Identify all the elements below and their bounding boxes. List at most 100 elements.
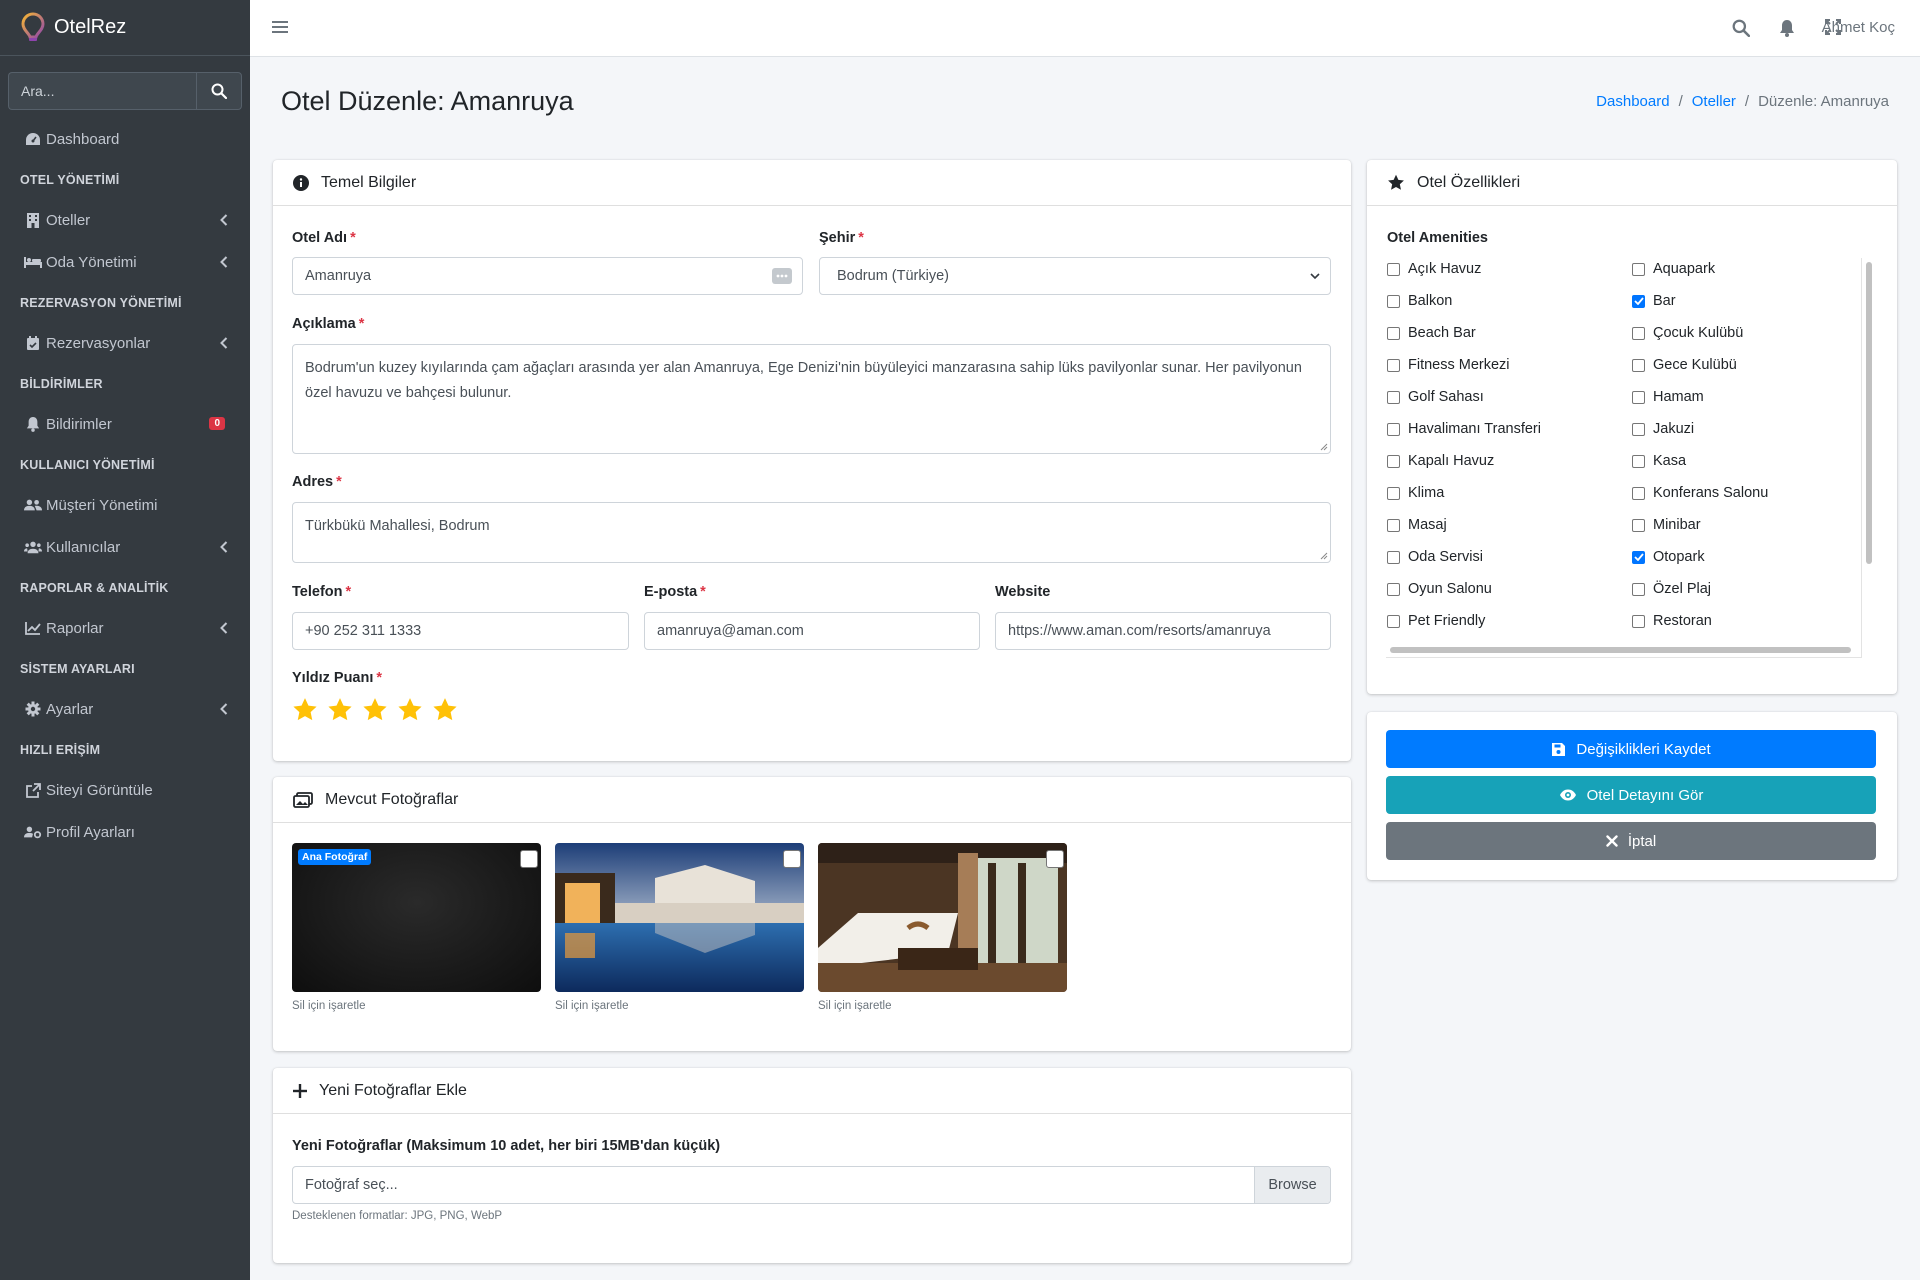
chart-line-icon <box>24 621 42 635</box>
city-label: Şehir * <box>819 230 864 246</box>
star-icon[interactable] <box>397 697 423 722</box>
photo-caption: Sil için işaretle <box>818 1000 892 1012</box>
sidebar-item-bildirimler[interactable]: Bildirimler 0 <box>0 403 250 445</box>
sidebar-item-siteyi-görüntüle[interactable]: Siteyi Görüntüle <box>0 769 250 811</box>
save-icon <box>1551 742 1566 757</box>
sidebar-item-label: Profil Ayarları <box>46 823 135 841</box>
website-label: Website <box>995 584 1051 600</box>
photo-3[interactable] <box>818 843 1067 992</box>
star-icon[interactable] <box>432 697 458 722</box>
sidebar-item-rezervasyonlar[interactable]: Rezervasyonlar <box>0 322 250 364</box>
basic-info-header: Temel Bilgiler <box>273 160 1351 206</box>
star-icon <box>1387 174 1405 191</box>
sidebar-item-oteller[interactable]: Oteller <box>0 199 250 241</box>
sidebar: OtelRez Ara... Dashboard OTEL YÖNETİMİ Ote… <box>0 0 250 1280</box>
save-button[interactable]: Değişiklikleri Kaydet <box>1386 730 1876 768</box>
browse-button[interactable]: Browse <box>1254 1167 1330 1203</box>
page-title: Otel Düzenle: Amanruya <box>281 86 574 116</box>
user-cog-icon <box>24 825 42 839</box>
sidebar-item-label: Rezervasyonlar <box>46 334 151 352</box>
website-input[interactable]: https://www.aman.com/resorts/amanruya <box>995 612 1331 650</box>
description-label: Açıklama * <box>292 316 365 332</box>
chevron-left-icon <box>220 622 228 634</box>
chevron-left-icon <box>220 337 228 349</box>
info-circle-icon <box>293 174 309 191</box>
search-icon <box>211 83 227 99</box>
topbar: Ahmet Koç <box>250 0 1920 57</box>
nav-header: OTEL YÖNETİMİ <box>20 172 120 187</box>
breadcrumb-hotels[interactable]: Oteller <box>1692 93 1736 110</box>
star-icon[interactable] <box>327 697 353 722</box>
brand[interactable]: OtelRez <box>0 0 250 56</box>
photo-delete-checkbox[interactable] <box>520 850 538 868</box>
sidebar-item-dashboard[interactable]: Dashboard <box>0 118 250 160</box>
resize-handle-icon[interactable] <box>1320 443 1328 451</box>
sidebar-search-input[interactable]: Ara... <box>8 72 196 110</box>
users-icon <box>24 540 42 554</box>
hotel-name-label: Otel Adı * <box>292 230 356 246</box>
sidebar-item-raporlar[interactable]: Raporlar <box>0 607 250 649</box>
chevron-left-icon <box>220 541 228 553</box>
sidebar-item-ayarlar[interactable]: Ayarlar <box>0 688 250 730</box>
user-friends-icon <box>24 498 42 512</box>
star-icon[interactable] <box>362 697 388 722</box>
basic-info-title: Temel Bilgiler <box>321 173 417 191</box>
photo-caption: Sil için işaretle <box>292 1000 366 1012</box>
new-photos-label: Yeni Fotoğraflar (Maksimum 10 adet, her … <box>292 1138 721 1154</box>
photos-title: Mevcut Fotoğraflar <box>325 790 459 808</box>
photos-header: Mevcut Fotoğraflar <box>273 777 1351 823</box>
amenities-title: Otel Amenities <box>1387 230 1488 246</box>
nav-header: HIZLI ERİŞİM <box>20 742 101 757</box>
sidebar-search-button[interactable] <box>196 72 242 110</box>
sidebar-item-label: Ayarlar <box>46 700 94 718</box>
email-input[interactable]: amanruya@aman.com <box>644 612 980 650</box>
description-textarea[interactable]: Bodrum'un kuzey kıyılarında çam ağaçları… <box>292 344 1331 454</box>
close-icon <box>1606 835 1618 847</box>
features-title: Otel Özellikleri <box>1417 173 1521 191</box>
sidebar-item-müşteri-yönetimi[interactable]: Müşteri Yönetimi <box>0 484 250 526</box>
nav-header: REZERVASYON YÖNETİMİ <box>20 295 182 310</box>
dots-icon[interactable] <box>772 268 792 284</box>
sidebar-item-oda-yönetimi[interactable]: Oda Yönetimi <box>0 241 250 283</box>
city-select[interactable]: Bodrum (Türkiye) <box>819 257 1331 295</box>
star-rating[interactable] <box>292 697 458 722</box>
address-textarea[interactable]: Türkbükü Mahallesi, Bodrum <box>292 502 1331 563</box>
brand-name: OtelRez <box>54 16 127 38</box>
main-photo-badge: Ana Fotoğraf <box>298 849 372 865</box>
file-input[interactable]: Fotoğraf seç... Browse <box>292 1166 1331 1204</box>
sidebar-item-kullanıcılar[interactable]: Kullanıcılar <box>0 526 250 568</box>
sidebar-item-label: Dashboard <box>46 130 120 148</box>
amenities-scroll-area <box>1386 258 1862 658</box>
email-label: E-posta * <box>644 584 706 600</box>
horizontal-scrollbar[interactable] <box>1390 647 1851 653</box>
plus-icon <box>293 1083 307 1098</box>
bell-icon[interactable] <box>1779 19 1795 37</box>
address-label: Adres * <box>292 474 342 490</box>
user-name[interactable]: Ahmet Koç <box>1822 19 1895 36</box>
breadcrumb-dashboard[interactable]: Dashboard <box>1596 93 1669 110</box>
phone-input[interactable]: +90 252 311 1333 <box>292 612 629 650</box>
vertical-scrollbar[interactable] <box>1866 262 1872 564</box>
photo-caption: Sil için işaretle <box>555 1000 629 1012</box>
hotel-name-input[interactable]: Amanruya <box>292 257 803 295</box>
star-icon[interactable] <box>292 697 318 722</box>
photo-1[interactable]: Ana Fotoğraf <box>292 843 541 992</box>
images-icon <box>293 791 313 808</box>
menu-toggle-icon[interactable] <box>272 20 288 34</box>
cancel-button[interactable]: İptal <box>1386 822 1876 860</box>
search-icon[interactable] <box>1732 19 1750 37</box>
sidebar-item-label: Bildirimler <box>46 415 112 433</box>
nav-header: SİSTEM AYARLARI <box>20 661 135 676</box>
nav-header: RAPORLAR & ANALİTİK <box>20 580 169 595</box>
chevron-left-icon <box>220 214 228 226</box>
sidebar-item-label: Müşteri Yönetimi <box>46 496 158 514</box>
photo-delete-checkbox[interactable] <box>1046 850 1064 868</box>
sidebar-item-profil-ayarları[interactable]: Profil Ayarları <box>0 811 250 853</box>
sidebar-item-label: Kullanıcılar <box>46 538 121 556</box>
photo-delete-checkbox[interactable] <box>783 850 801 868</box>
cog-icon <box>24 701 42 717</box>
photo-2[interactable] <box>555 843 804 992</box>
view-hotel-button[interactable]: Otel Detayını Gör <box>1386 776 1876 814</box>
sidebar-item-label: Raporlar <box>46 619 104 637</box>
resize-handle-icon[interactable] <box>1320 552 1328 560</box>
